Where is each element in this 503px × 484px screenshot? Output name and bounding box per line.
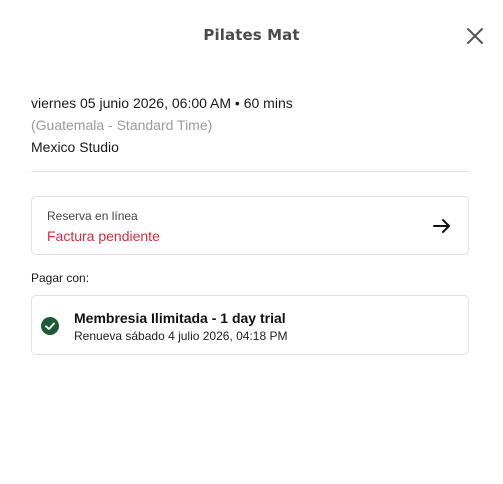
membership-name: Membresia Ilimitada - 1 day trial xyxy=(74,310,286,326)
modal-header: Pilates Mat xyxy=(0,0,503,72)
class-datetime: viernes 05 junio 2026, 06:00 AM • 60 min… xyxy=(31,95,293,111)
booking-card[interactable]: Reserva en línea Factura pendiente xyxy=(31,196,469,255)
modal-title: Pilates Mat xyxy=(203,26,300,44)
booking-label: Reserva en línea xyxy=(47,209,138,223)
payment-label: Pagar con: xyxy=(31,271,90,285)
class-location: Mexico Studio xyxy=(31,139,119,155)
booking-status: Factura pendiente xyxy=(47,228,160,244)
membership-renewal: Renueva sábado 4 julio 2026, 04:18 PM xyxy=(74,329,288,343)
close-icon xyxy=(467,28,483,44)
close-button[interactable] xyxy=(464,25,486,47)
arrow-right-icon xyxy=(433,219,450,233)
divider xyxy=(31,171,469,172)
membership-option[interactable]: Membresia Ilimitada - 1 day trial Renuev… xyxy=(31,295,469,355)
check-circle-icon xyxy=(41,317,59,335)
class-timezone: (Guatemala - Standard Time) xyxy=(31,117,213,133)
class-details: viernes 05 junio 2026, 06:00 AM • 60 min… xyxy=(31,92,471,158)
